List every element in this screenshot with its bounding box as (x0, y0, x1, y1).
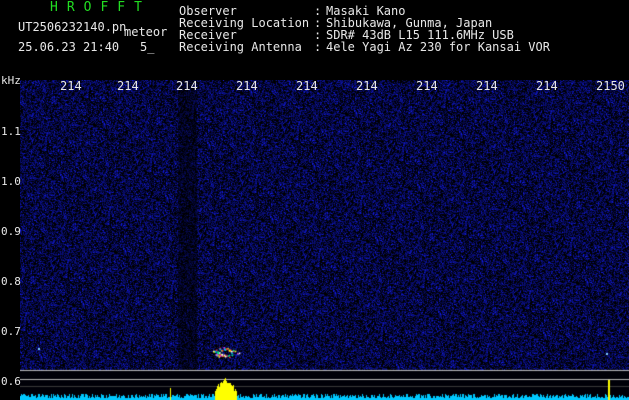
antenna-colon: : (314, 40, 322, 54)
antenna-value: 4ele Yagi Az 230 for Kansai VOR (326, 40, 550, 54)
frequency-tick: 1.0 (1, 175, 21, 188)
time-tick: 214 (356, 79, 378, 93)
time-tick: 214 (476, 79, 498, 93)
antenna-label: Receiving Antenna (179, 40, 302, 54)
time-tick: 214 (236, 79, 258, 93)
frequency-tick: 0.7 (1, 325, 21, 338)
meteor-tag: meteor (124, 25, 168, 39)
app-title: HROFFT (50, 0, 151, 15)
time-tick: 214 (296, 79, 318, 93)
time-tick: 214 (60, 79, 82, 93)
frequency-tick: 0.9 (1, 225, 21, 238)
time-tick: 2150 (596, 79, 625, 93)
waterfall-spectrogram (20, 80, 629, 400)
unit-label: kHz (1, 74, 21, 87)
time-tick: 214 (536, 79, 558, 93)
time-tick: 214 (176, 79, 198, 93)
meteor-count: 5_ (140, 40, 155, 54)
frequency-tick: 1.1 (1, 125, 21, 138)
time-tick: 214 (416, 79, 438, 93)
timestamp-label: 25.06.23 21:40 (18, 40, 120, 54)
frequency-tick: 0.8 (1, 275, 21, 288)
filename-label: UT2506232140.pn (18, 20, 127, 34)
frequency-tick: 0.6 (1, 375, 21, 388)
hrofft-window: HROFFT UT2506232140.pn meteor 25.06.23 2… (0, 0, 629, 400)
time-tick: 214 (117, 79, 139, 93)
